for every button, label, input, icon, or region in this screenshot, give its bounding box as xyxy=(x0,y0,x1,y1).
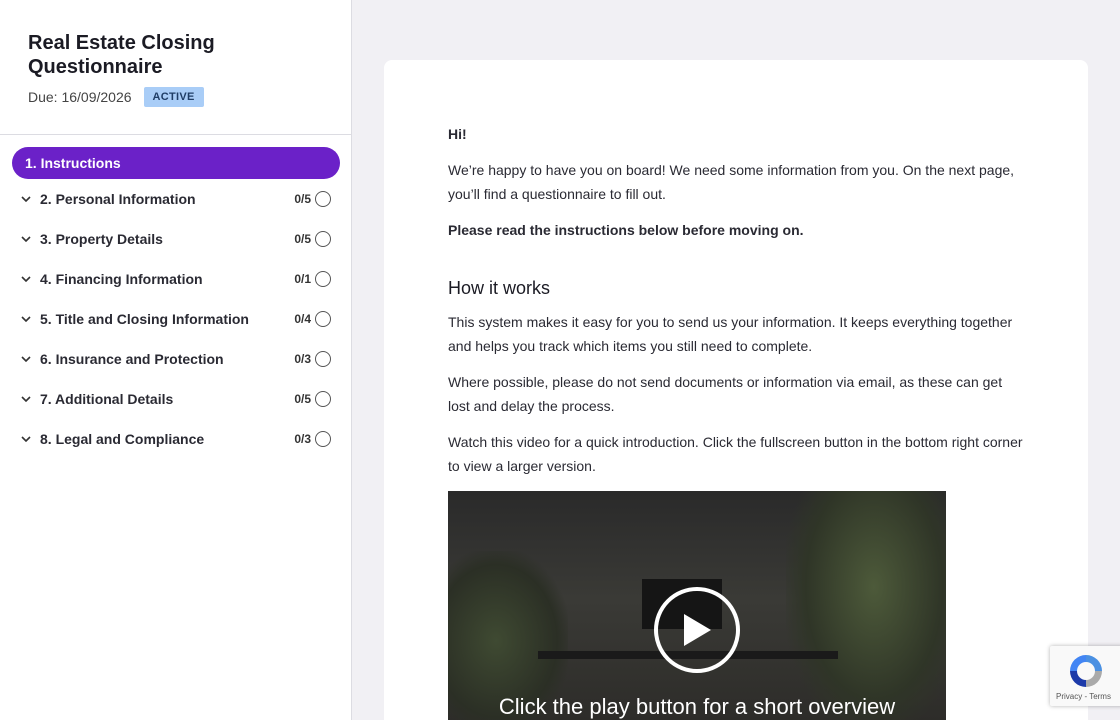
recaptcha-badge[interactable]: Privacy - Terms xyxy=(1050,646,1120,706)
section-count: 0/5 xyxy=(294,192,311,206)
section-count: 0/3 xyxy=(294,352,311,366)
sidebar-header: Real Estate Closing Questionnaire Due: 1… xyxy=(0,0,351,135)
greeting: Hi! xyxy=(448,126,467,142)
paragraph: Watch this video for a quick introductio… xyxy=(448,434,1023,474)
section-item-insurance-protection[interactable]: 6. Insurance and Protection 0/3 xyxy=(0,339,351,379)
paragraph: This system makes it easy for you to sen… xyxy=(448,314,1013,354)
sidebar: Real Estate Closing Questionnaire Due: 1… xyxy=(0,0,352,720)
instruction-note: Please read the instructions below befor… xyxy=(448,222,804,238)
chevron-down-icon[interactable] xyxy=(20,433,32,445)
section-count: 0/3 xyxy=(294,432,311,446)
section-count: 0/1 xyxy=(294,272,311,286)
chevron-down-icon[interactable] xyxy=(20,193,32,205)
section-label: 8. Legal and Compliance xyxy=(40,431,205,447)
section-label: 2. Personal Information xyxy=(40,191,196,207)
status-circle-icon xyxy=(315,391,331,407)
section-count: 0/5 xyxy=(294,392,311,406)
video-caption: Click the play button for a short overvi… xyxy=(498,694,896,719)
status-circle-icon xyxy=(315,231,331,247)
section-item-title-closing[interactable]: 5. Title and Closing Information 0/4 xyxy=(0,299,351,339)
section-label: 7. Additional Details xyxy=(40,391,174,407)
section-item-additional-details[interactable]: 7. Additional Details 0/5 xyxy=(0,379,351,419)
recaptcha-icon xyxy=(1070,655,1102,687)
status-circle-icon xyxy=(315,311,331,327)
intro-paragraph: We’re happy to have you on board! We nee… xyxy=(448,162,1015,202)
status-circle-icon xyxy=(315,431,331,447)
section-item-financing-information[interactable]: 4. Financing Information 0/1 xyxy=(0,259,351,299)
status-circle-icon xyxy=(315,271,331,287)
intro-video[interactable]: Click the play button for a short overvi… xyxy=(448,491,946,720)
chevron-down-icon[interactable] xyxy=(20,233,32,245)
section-item-property-details[interactable]: 3. Property Details 0/5 xyxy=(0,219,351,259)
section-count: 0/4 xyxy=(294,312,311,326)
questionnaire-title: Real Estate Closing Questionnaire xyxy=(28,32,215,78)
section-item-personal-information[interactable]: 2. Personal Information 0/5 xyxy=(0,179,351,219)
section-label: 6. Insurance and Protection xyxy=(40,351,224,367)
section-label: 4. Financing Information xyxy=(40,271,203,287)
due-date: Due: 16/09/2026 xyxy=(28,89,132,105)
status-circle-icon xyxy=(315,191,331,207)
recaptcha-links[interactable]: Privacy - Terms xyxy=(1056,692,1111,701)
video-thumbnail xyxy=(786,491,946,720)
chevron-down-icon[interactable] xyxy=(20,273,32,285)
chevron-down-icon[interactable] xyxy=(20,353,32,365)
play-icon[interactable] xyxy=(654,587,740,673)
section-list: 1. Instructions 2. Personal Information … xyxy=(0,135,351,459)
section-label: 5. Title and Closing Information xyxy=(40,311,249,327)
due-row: Due: 16/09/2026 ACTIVE xyxy=(28,87,323,107)
section-heading: How it works xyxy=(448,278,551,298)
status-circle-icon xyxy=(315,351,331,367)
section-item-instructions[interactable]: 1. Instructions xyxy=(12,147,340,179)
paragraph: Where possible, please do not send docum… xyxy=(448,374,1003,414)
chevron-down-icon[interactable] xyxy=(20,393,32,405)
status-badge: ACTIVE xyxy=(143,87,204,107)
section-count: 0/5 xyxy=(294,232,311,246)
chevron-down-icon[interactable] xyxy=(20,313,32,325)
content-card: Hi! We’re happy to have you on board! We… xyxy=(384,60,1088,720)
section-item-legal-compliance[interactable]: 8. Legal and Compliance 0/3 xyxy=(0,419,351,459)
section-label: 3. Property Details xyxy=(40,231,163,247)
